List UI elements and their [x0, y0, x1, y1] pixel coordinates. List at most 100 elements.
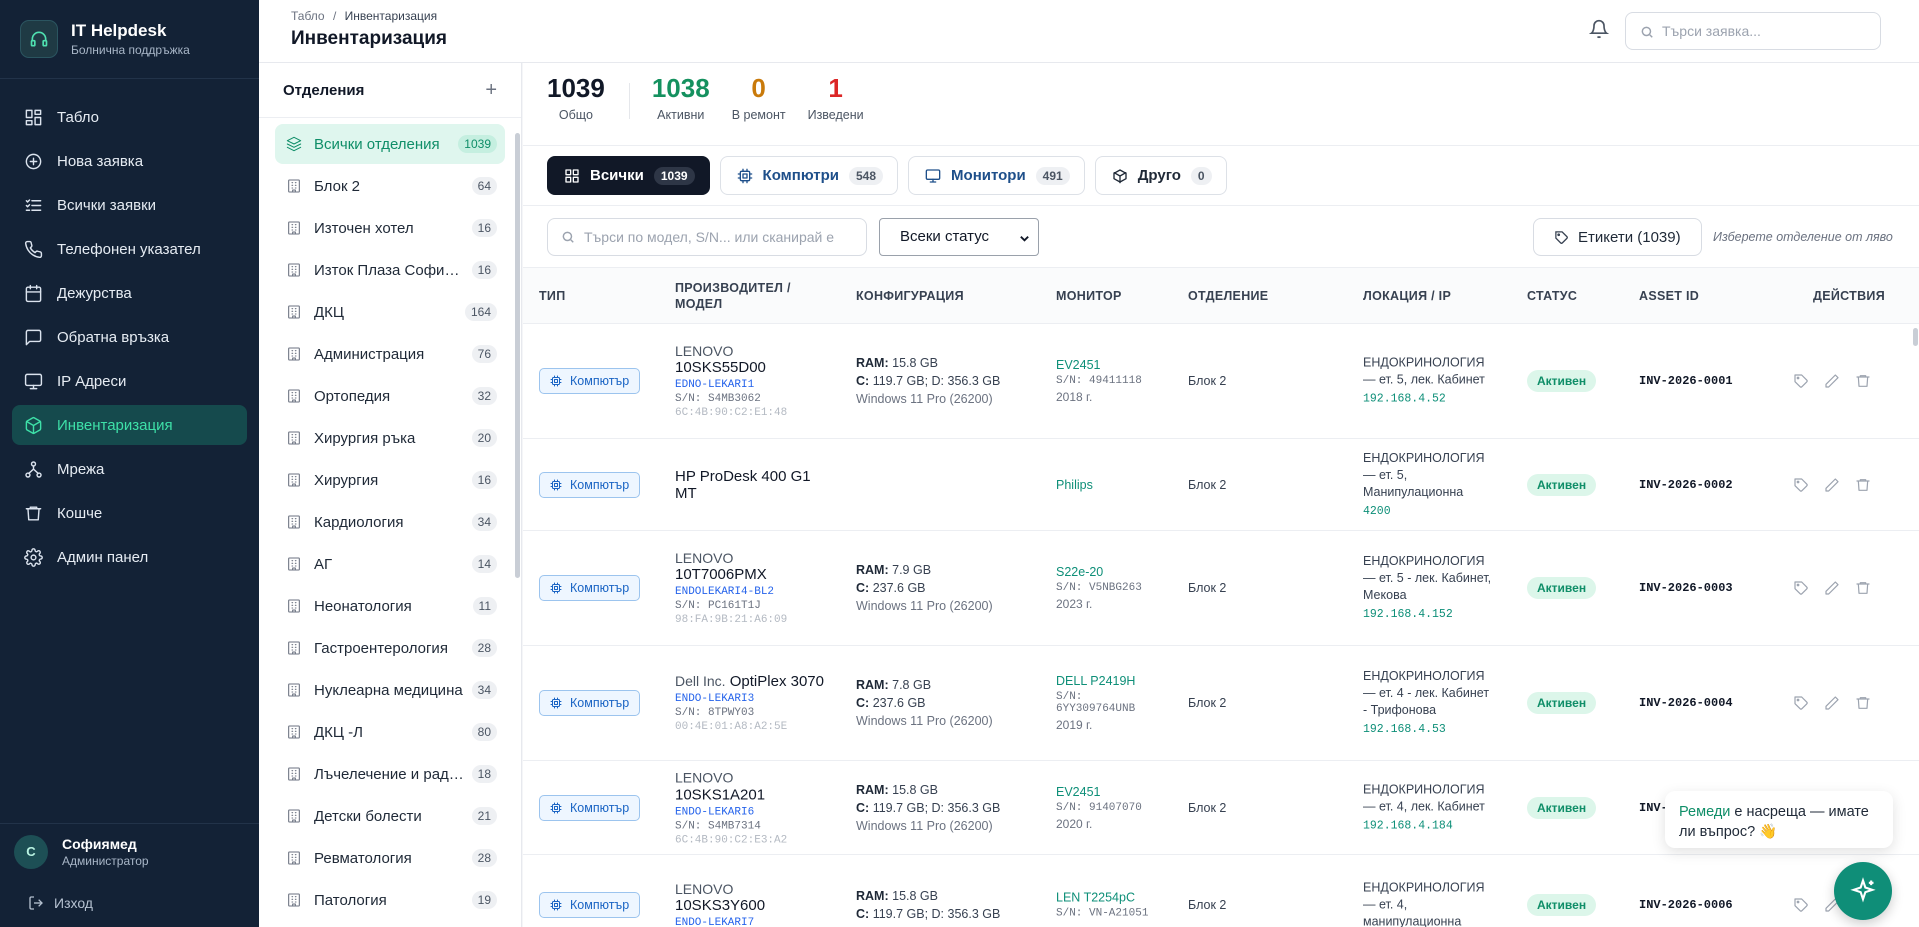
monitor-model[interactable]: EV2451 [1056, 358, 1176, 372]
department-item[interactable]: АГ 14 [275, 544, 505, 584]
edit-action-button[interactable] [1824, 477, 1855, 492]
nav-item-label: Всички заявки [57, 196, 157, 214]
nav-item-label: IP Адреси [57, 372, 127, 390]
department-item[interactable]: ДКЦ 164 [275, 292, 505, 332]
monitor-model[interactable]: DELL P2419H [1056, 674, 1176, 688]
nav-item-9[interactable]: Кошче [12, 493, 247, 533]
department-item[interactable]: Хирургия 16 [275, 460, 505, 500]
department-item[interactable]: Блок 2 64 [275, 166, 505, 206]
nav-item-1[interactable]: Нова заявка [12, 141, 247, 181]
department-item[interactable]: Кардиология 34 [275, 502, 505, 542]
department-count: 76 [471, 345, 497, 363]
table-row[interactable]: Компютър LENOVO 10SKS3Y600 ENDO-LEKARI7 RAM:… [523, 855, 1919, 927]
department-item[interactable]: Ортопедия 32 [275, 376, 505, 416]
breadcrumb-current: Инвентаризация [344, 9, 438, 23]
delete-action-button[interactable] [1855, 477, 1886, 491]
tab-0[interactable]: Всички 1039 [547, 156, 710, 195]
monitor-model[interactable]: EV2451 [1056, 785, 1176, 799]
department-item[interactable]: Неонатология 11 [275, 586, 505, 626]
department-item[interactable]: Патология 19 [275, 880, 505, 920]
table-row[interactable]: Компютър HP ProDesk 400 G1 MT Philips Блок … [523, 439, 1919, 531]
add-department-button[interactable]: + [485, 80, 497, 100]
logout-icon [29, 896, 43, 910]
label-action-button[interactable] [1793, 373, 1824, 388]
message-icon [25, 329, 42, 345]
nav-item-4[interactable]: Дежурства [12, 273, 247, 313]
grid-icon [565, 168, 579, 183]
delete-action-button[interactable] [1855, 695, 1886, 709]
edit-action-button[interactable] [1824, 373, 1855, 388]
nav-item-10[interactable]: Админ панел [12, 537, 247, 577]
chevron-down-icon [1020, 235, 1029, 242]
nav-item-8[interactable]: Мрежа [12, 449, 247, 489]
table-row[interactable]: Компютър LENOVO 10SKS55D00 EDNO-LEKARI1 S/N:… [523, 324, 1919, 439]
department-item[interactable]: Хирургия ръка 20 [275, 418, 505, 458]
filters-bar: Търси по модел, S/N... или сканирай е Вс… [523, 206, 1919, 268]
user-name: Софиямед [62, 835, 137, 852]
logout-button[interactable]: Изход [0, 879, 259, 927]
ram: 15.8 GB [892, 356, 938, 370]
header-location: ЛОКАЦИЯ / IP [1363, 288, 1452, 303]
monitor-model[interactable]: LEN T2254pC [1056, 890, 1176, 904]
stat-value: 0 [751, 73, 766, 103]
department-count: 20 [471, 429, 497, 447]
delete-action-button[interactable] [1855, 373, 1886, 387]
model: HP ProDesk 400 G1 MT [675, 467, 811, 502]
manufacturer: Dell Inc. [675, 673, 726, 689]
department-item[interactable]: Ревматология 28 [275, 838, 505, 878]
tab-3[interactable]: Друго 0 [1094, 156, 1227, 195]
monitor-model[interactable]: Philips [1056, 478, 1176, 492]
maker-cell: LENOVO 10SKS55D00 EDNO-LEKARI1 S/N: S4MB306… [675, 343, 825, 419]
breadcrumb-root[interactable]: Табло [291, 9, 325, 23]
location: ЕНДОКРИНОЛОГИЯ — ет. 5 - лек. Кабинет, М… [1363, 554, 1492, 602]
model: 10T7006PMX [675, 566, 767, 583]
departments-scrollbar[interactable] [515, 133, 520, 578]
labels-button[interactable]: Етикети (1039) [1533, 218, 1702, 256]
department-item[interactable]: Лъчелечение и ради... 18 [275, 754, 505, 794]
label-action-button[interactable] [1793, 695, 1824, 710]
monitor-model[interactable]: S22e-20 [1056, 565, 1176, 579]
nav-item-2[interactable]: Всички заявки [12, 185, 247, 225]
status-filter-select[interactable]: Всеки статус [879, 217, 1039, 256]
label-action-button[interactable] [1793, 477, 1824, 492]
department-count: 14 [471, 555, 497, 573]
edit-action-button[interactable] [1824, 695, 1855, 710]
trash-icon [25, 505, 42, 521]
nav-item-3[interactable]: Телефонен указател [12, 229, 247, 269]
department-name: Хирургия [314, 471, 379, 489]
assistant-button[interactable] [1834, 862, 1892, 920]
nav-item-5[interactable]: Обратна връзка [12, 317, 247, 357]
ticket-search-input[interactable]: Търси заявка... [1625, 12, 1881, 50]
label-action-button[interactable] [1793, 897, 1824, 912]
brand[interactable]: IT Helpdesk Болнична поддръжка [0, 0, 259, 79]
inventory-search-input[interactable]: Търси по модел, S/N... или сканирай е [547, 217, 867, 256]
department-item[interactable]: Източен хотел 16 [275, 208, 505, 248]
header-asset-id: ASSET ID [1639, 288, 1700, 303]
department-item[interactable]: Администрация 76 [275, 334, 505, 374]
stat-0: 1039 Общо [547, 73, 605, 122]
department-item[interactable]: Всички отделения 1039 [275, 124, 505, 164]
type-badge: Компютър [539, 794, 641, 821]
header-type: ТИП [539, 288, 566, 303]
nav-item-7[interactable]: Инвентаризация [12, 405, 247, 445]
assistant-bubble[interactable]: Ремеди е насреща — имате ли въпрос? 👋 [1665, 791, 1893, 848]
department-item[interactable]: Детски болести 21 [275, 796, 505, 836]
mac-address: 98:FA:9B:21:A6:09 [675, 614, 788, 626]
table-scrollbar[interactable] [1913, 328, 1918, 346]
table-row[interactable]: Компютър Dell Inc. OptiPlex 3070 ENDO-LEKA… [523, 646, 1919, 761]
department-item[interactable]: Нуклеарна медицина 34 [275, 670, 505, 710]
nav-item-6[interactable]: IP Адреси [12, 361, 247, 401]
tab-2[interactable]: Монитори 491 [908, 156, 1085, 195]
user-profile[interactable]: С Софиямед Администратор [0, 823, 259, 879]
tab-1[interactable]: Компютри 548 [719, 156, 899, 195]
label-action-button[interactable] [1793, 580, 1824, 595]
nav-item-0[interactable]: Табло [12, 97, 247, 137]
edit-action-button[interactable] [1824, 580, 1855, 595]
config-cell: RAM: 15.8 GB C: 119.7 GB; D: 356.3 GB Wind… [856, 781, 1046, 835]
table-row[interactable]: Компютър LENOVO 10T7006PMX ENDOLEKARI4-BL2 S… [523, 531, 1919, 646]
delete-action-button[interactable] [1855, 580, 1886, 594]
department-item[interactable]: Изток Плаза Софиям... 16 [275, 250, 505, 290]
bell-icon[interactable] [1589, 19, 1609, 39]
department-item[interactable]: Гастроентерология 28 [275, 628, 505, 668]
department-item[interactable]: ДКЦ -Л 80 [275, 712, 505, 752]
